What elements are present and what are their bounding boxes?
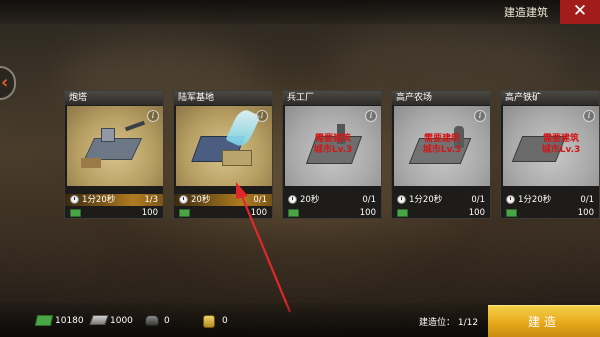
resource-value: 1000 [110,316,133,326]
build-button[interactable]: 建造 [488,305,600,337]
build-slots: 建造位： 1/12 [419,318,479,328]
gold-icon [203,315,215,328]
resource-value: 0 [164,316,170,326]
pointer-arrow-icon [236,182,292,313]
resource-value: 0 [222,316,228,326]
resource-value: 10180 [55,316,84,326]
oil-icon [145,315,159,326]
cash-icon [34,315,54,326]
